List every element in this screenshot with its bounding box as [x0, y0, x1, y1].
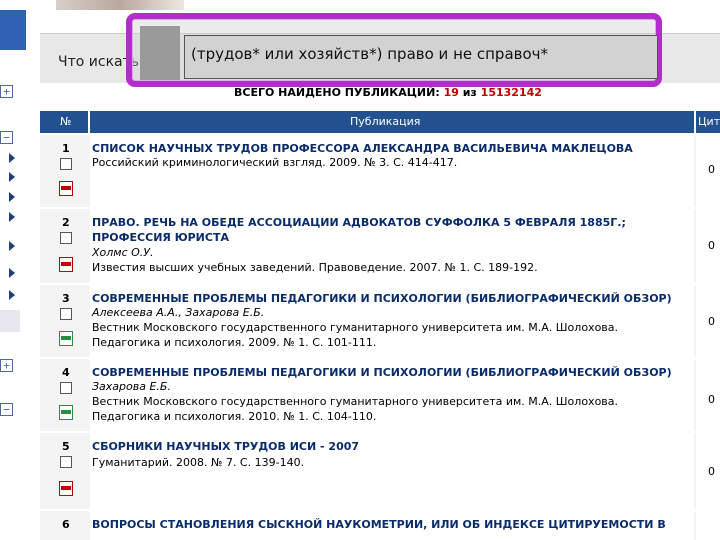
search-highlight-frame: (трудов* или хозяйств*) право и не справ…: [126, 13, 662, 87]
publication-authors[interactable]: Захарова Е.Б.: [92, 379, 692, 394]
search-frame-shadow: [140, 26, 180, 80]
row-number: 5: [62, 440, 70, 453]
table-row: 4 СОВРЕМЕННЫЕ ПРОБЛЕМЫ ПЕДАГОГИКИ И ПСИХ…: [40, 359, 720, 431]
citation-count[interactable]: 0: [708, 315, 715, 328]
column-separator: [88, 111, 90, 133]
publication-source-2[interactable]: Педагогика и психология. 2010. № 1. С. 1…: [92, 409, 692, 424]
citation-count[interactable]: 0: [708, 465, 715, 478]
select-checkbox[interactable]: [60, 232, 72, 244]
row-number: 6: [62, 518, 70, 531]
column-publication[interactable]: Публикация: [350, 115, 420, 128]
row-number: 3: [62, 292, 70, 305]
select-checkbox[interactable]: [60, 382, 72, 394]
table-row: 3 СОВРЕМЕННЫЕ ПРОБЛЕМЫ ПЕДАГОГИКИ И ПСИХ…: [40, 285, 720, 357]
pdf-icon[interactable]: [59, 405, 73, 420]
expand-icon[interactable]: +: [0, 359, 13, 372]
total-count: 15132142: [480, 86, 542, 99]
citation-count[interactable]: 0: [708, 393, 715, 406]
publication-title[interactable]: ПРАВО. РЕЧЬ НА ОБЕДЕ АССОЦИАЦИИ АДВОКАТО…: [92, 215, 692, 245]
sidebar-arrow-icon[interactable]: [9, 192, 15, 202]
collapse-icon[interactable]: −: [0, 403, 13, 416]
publication-source[interactable]: Вестник Московского государственного гум…: [92, 320, 692, 335]
sidebar-arrow-icon[interactable]: [9, 153, 15, 163]
sidebar-arrow-icon[interactable]: [9, 172, 15, 182]
publication-source[interactable]: Известия высших учебных заведений. Право…: [92, 260, 692, 275]
sidebar-pale-block: [0, 310, 20, 332]
collapse-icon[interactable]: −: [0, 131, 13, 144]
expand-icon[interactable]: +: [0, 85, 13, 98]
table-row: 2 ПРАВО. РЕЧЬ НА ОБЕДЕ АССОЦИАЦИИ АДВОКА…: [40, 209, 720, 283]
select-checkbox[interactable]: [60, 308, 72, 320]
summary-of: из: [462, 86, 477, 99]
found-count: 19: [443, 86, 459, 99]
publication-authors[interactable]: Холмс О.У.: [92, 245, 692, 260]
column-number: №: [60, 115, 72, 128]
summary-prefix: ВСЕГО НАЙДЕНО ПУБЛИКАЦИЙ:: [234, 86, 440, 99]
publication-title[interactable]: СБОРНИКИ НАУЧНЫХ ТРУДОВ ИСИ - 2007: [92, 439, 692, 454]
sidebar-arrow-icon[interactable]: [9, 290, 15, 300]
citation-count[interactable]: 0: [708, 163, 715, 176]
table-row: 5 СБОРНИКИ НАУЧНЫХ ТРУДОВ ИСИ - 2007 Гум…: [40, 433, 720, 509]
table-row: 1 СПИСОК НАУЧНЫХ ТРУДОВ ПРОФЕССОРА АЛЕКС…: [40, 135, 720, 207]
search-query: (трудов* или хозяйств*) право и не справ…: [191, 45, 549, 63]
row-number: 2: [62, 216, 70, 229]
select-checkbox[interactable]: [60, 158, 72, 170]
sidebar-arrow-icon[interactable]: [9, 268, 15, 278]
publication-title[interactable]: СОВРЕМЕННЫЕ ПРОБЛЕМЫ ПЕДАГОГИКИ И ПСИХОЛ…: [92, 291, 692, 306]
pdf-icon[interactable]: [59, 181, 73, 196]
publication-title[interactable]: СОВРЕМЕННЫЕ ПРОБЛЕМЫ ПЕДАГОГИКИ И ПСИХОЛ…: [92, 365, 692, 380]
sidebar-blue-block: [0, 10, 26, 50]
publication-authors[interactable]: Алексеева А.А., Захарова Е.Б.: [92, 305, 692, 320]
table-row: 6 ВОПРОСЫ СТАНОВЛЕНИЯ СЫСКНОЙ НАУКОМЕТРИ…: [40, 511, 720, 540]
publication-source[interactable]: Вестник Московского государственного гум…: [92, 394, 692, 409]
publication-source[interactable]: Российский криминологический взгляд. 200…: [92, 155, 692, 170]
search-input[interactable]: (трудов* или хозяйств*) право и не справ…: [184, 35, 658, 79]
publication-source-2[interactable]: Педагогика и психология. 2009. № 1. С. 1…: [92, 335, 692, 350]
top-photo-fragment: [56, 0, 184, 10]
results-table-header: № Публикация Цит: [40, 111, 720, 133]
select-checkbox[interactable]: [60, 456, 72, 468]
results-summary: ВСЕГО НАЙДЕНО ПУБЛИКАЦИЙ: 19 из 15132142: [234, 86, 542, 99]
row-number: 4: [62, 366, 70, 379]
publication-title[interactable]: СПИСОК НАУЧНЫХ ТРУДОВ ПРОФЕССОРА АЛЕКСАН…: [92, 141, 692, 156]
column-separator: [694, 111, 696, 133]
row-number: 1: [62, 142, 70, 155]
column-citations[interactable]: Цит: [698, 115, 720, 128]
sidebar-arrow-icon[interactable]: [9, 212, 15, 222]
sidebar-arrow-icon[interactable]: [9, 241, 15, 251]
publication-title[interactable]: ВОПРОСЫ СТАНОВЛЕНИЯ СЫСКНОЙ НАУКОМЕТРИИ,…: [92, 517, 692, 532]
citation-count[interactable]: 0: [708, 239, 715, 252]
pdf-icon[interactable]: [59, 257, 73, 272]
pdf-icon[interactable]: [59, 331, 73, 346]
pdf-icon[interactable]: [59, 481, 73, 496]
citation-cell: [696, 511, 720, 540]
publication-source[interactable]: Гуманитарий. 2008. № 7. С. 139-140.: [92, 455, 692, 470]
